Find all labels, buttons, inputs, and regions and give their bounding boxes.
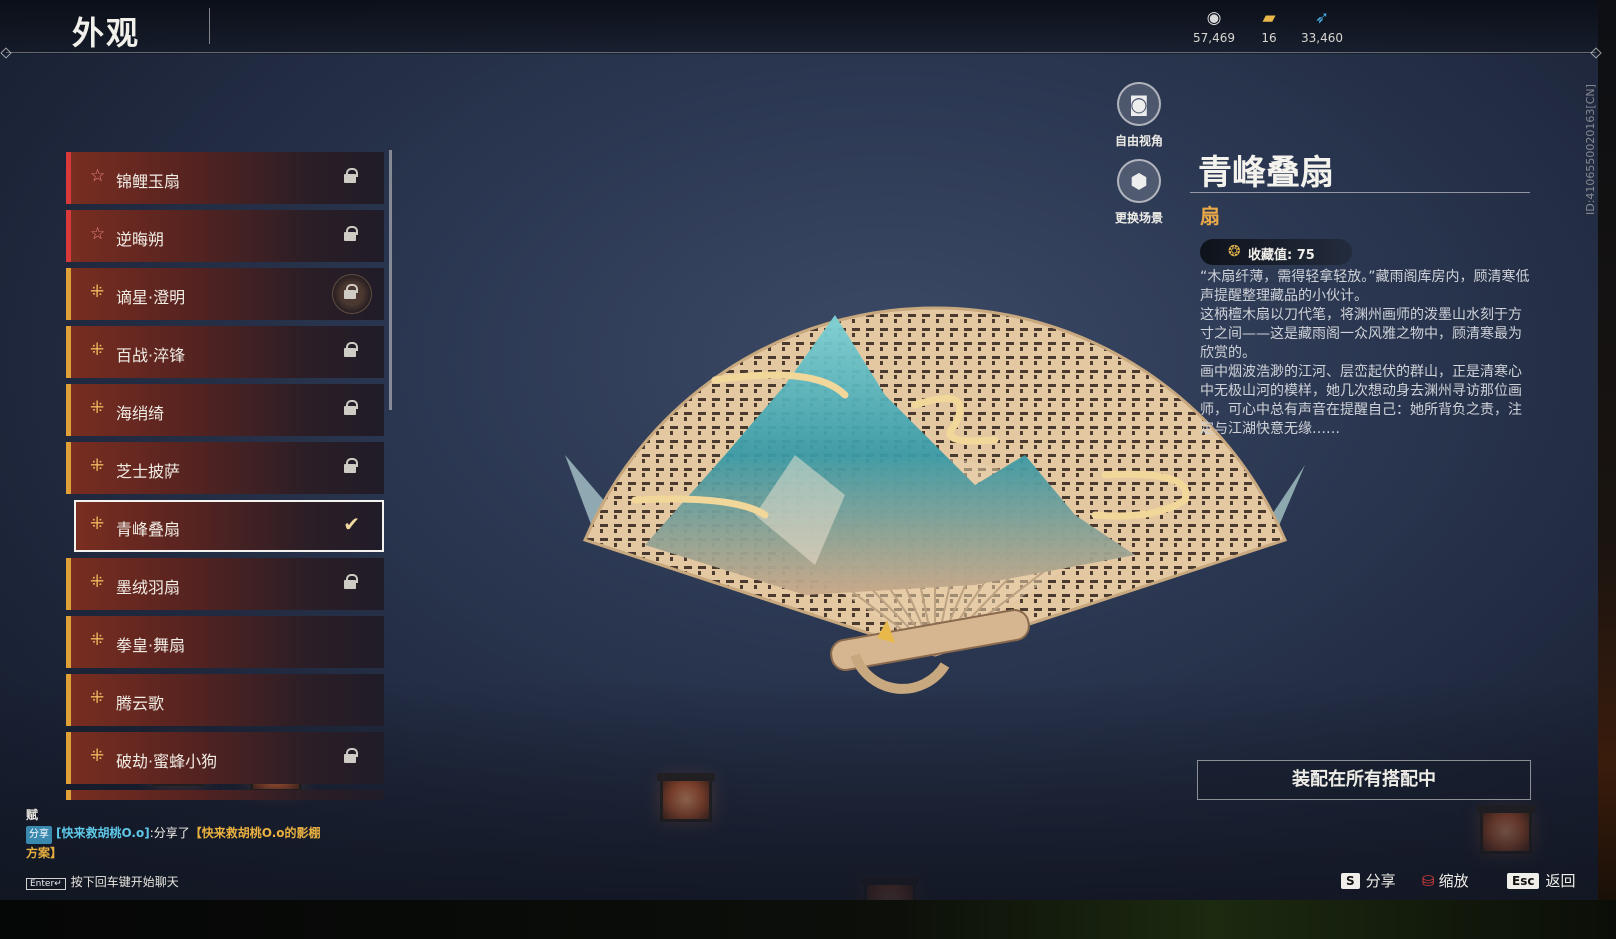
page-title: 外观 <box>72 14 141 52</box>
lock-icon <box>344 400 358 415</box>
top-bar-divider <box>6 52 1596 53</box>
chat-log: 赋 分享 [快来救胡桃O.o]:分享了【快来救胡桃O.o的影棚方案】 <box>26 806 326 862</box>
cube-icon: ⬢ <box>1117 159 1161 203</box>
lock-icon <box>344 168 358 183</box>
player-id: ID:4106550020163[CN] <box>1584 84 1597 215</box>
lock-icon <box>344 284 358 299</box>
list-item[interactable]: ⁜ 墨绒羽扇 <box>66 558 384 610</box>
gold-ticket-icon: ▰ <box>1262 8 1276 28</box>
star-icon: ☆ <box>90 224 106 244</box>
chat-message: 分享 [快来救胡桃O.o]:分享了【快来救胡桃O.o的影棚方案】 <box>26 826 321 860</box>
list-item[interactable]: ⁜ 芝士披萨 <box>66 442 384 494</box>
mouse-icon: ⛁ <box>1422 872 1435 890</box>
list-item[interactable]: ⁜ 拳皇·舞扇 <box>66 616 384 668</box>
cross-emblem-icon: ⁜ <box>90 340 105 360</box>
esc-key: Esc <box>1507 873 1540 889</box>
lock-icon <box>344 342 358 357</box>
cross-emblem-icon: ⁜ <box>90 630 105 650</box>
list-item[interactable]: ☆ 逆晦朔 <box>66 210 384 262</box>
hint-share[interactable]: S 分享 <box>1341 870 1396 891</box>
lantern <box>657 773 715 822</box>
lock-icon <box>344 458 358 473</box>
title-underline <box>1190 192 1530 193</box>
lock-icon <box>344 574 358 589</box>
cross-emblem-icon: ⁜ <box>90 456 105 476</box>
hint-back[interactable]: Esc 返回 <box>1507 870 1575 891</box>
silver-coin-icon: ◉ <box>1206 8 1222 28</box>
list-item[interactable]: ⁜ 海绡绮 <box>66 384 384 436</box>
cross-emblem-icon: ⁜ <box>90 398 105 418</box>
item-list: ☆ 锦鲤玉扇 ☆ 逆晦朔 ⁜ 谪星·澄明 ⁜ 百战·淬锋 ⁜ 海绡绮 ⁜ 芝士披… <box>66 150 384 800</box>
top-bar: 外观 ◉ 57,469 ▰ 16 ➶ 33,460 <box>0 0 1598 54</box>
enter-key: Enter↵ <box>26 878 66 890</box>
lock-icon <box>344 226 358 241</box>
star-icon: ☆ <box>90 166 106 186</box>
camera-icon: ◙ <box>1117 82 1161 126</box>
list-item-selected[interactable]: ⁜ 青峰叠扇 ✔ <box>74 500 384 552</box>
collection-badge: ❂ 收藏值: 75 <box>1200 239 1352 265</box>
list-item[interactable]: ⁜ 破劫·蜜蜂小狗 <box>66 732 384 784</box>
list-item[interactable]: ⁜ 腾云歌 <box>66 674 384 726</box>
cross-emblem-icon: ⁜ <box>90 572 105 592</box>
cross-emblem-icon: ⁜ <box>90 688 105 708</box>
feather-icon: ➶ <box>1314 8 1330 28</box>
item-title: 青峰叠扇 <box>1198 153 1334 193</box>
list-item[interactable]: ⁜ 谪星·澄明 <box>66 268 384 320</box>
change-scene-button[interactable]: ⬢ 更换场景 <box>1104 159 1174 226</box>
lock-icon <box>344 748 358 763</box>
list-item[interactable] <box>66 790 384 800</box>
chat-input-hint[interactable]: Enter↵ 按下回车键开始聊天 <box>26 873 179 890</box>
cross-emblem-icon: ⁜ <box>90 514 105 534</box>
cross-emblem-icon: ⁜ <box>90 746 105 766</box>
check-icon: ✔ <box>343 512 360 536</box>
right-edge-decor <box>1598 0 1616 900</box>
currency-feather: ➶ 33,460 <box>1301 8 1343 45</box>
list-scrollbar[interactable] <box>389 150 392 410</box>
collection-icon: ❂ <box>1228 242 1241 260</box>
lantern <box>861 877 919 900</box>
cross-emblem-icon: ⁜ <box>90 282 105 302</box>
free-camera-button[interactable]: ◙ 自由视角 <box>1104 82 1174 149</box>
bottom-strip <box>0 900 1616 939</box>
item-description: “木扇纤薄，需得轻拿轻放。”藏雨阁库房内，顾清寒低声提醒整理藏品的小伙计。 这柄… <box>1200 269 1530 437</box>
s-key: S <box>1341 873 1360 889</box>
hint-zoom[interactable]: ⛁ 缩放 <box>1422 870 1469 891</box>
lantern <box>1477 805 1535 854</box>
list-item[interactable]: ☆ 锦鲤玉扇 <box>66 152 384 204</box>
list-item[interactable]: ⁜ 百战·淬锋 <box>66 326 384 378</box>
title-divider <box>209 8 210 44</box>
share-tag: 分享 <box>26 826 52 844</box>
item-type: 扇 <box>1200 204 1220 228</box>
equip-all-button[interactable]: 装配在所有搭配中 <box>1197 760 1531 800</box>
